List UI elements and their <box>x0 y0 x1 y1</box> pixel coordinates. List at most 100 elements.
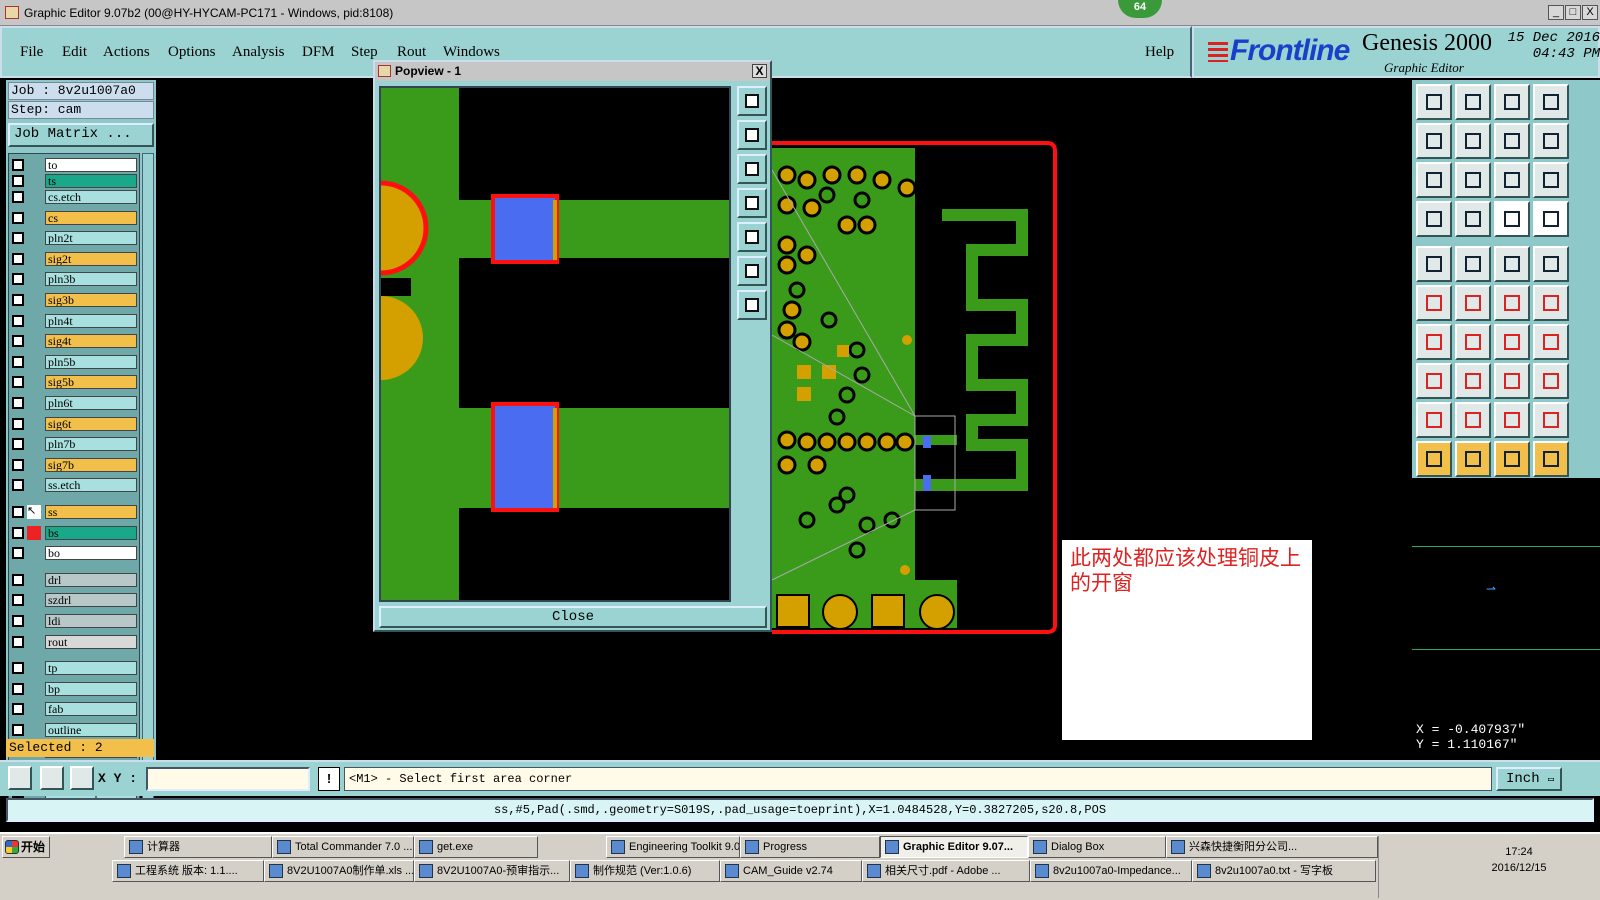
layer-marker[interactable] <box>27 437 41 451</box>
taskbar-item[interactable]: 兴森快捷衡阳分公司... <box>1166 836 1378 858</box>
layer-row[interactable]: bs <box>9 525 139 540</box>
layer-marker[interactable] <box>27 314 41 328</box>
layer-checkbox[interactable] <box>12 417 24 430</box>
layer-name[interactable]: to <box>45 158 137 172</box>
layer-row[interactable]: ss.etch <box>9 478 139 493</box>
layer-marker[interactable] <box>27 334 41 348</box>
layer-checkbox[interactable] <box>12 376 24 389</box>
layer-marker[interactable] <box>27 190 41 204</box>
minus-icon[interactable] <box>1455 363 1491 399</box>
layer-marker[interactable] <box>27 573 41 587</box>
menu-windows[interactable]: Windows <box>443 44 500 61</box>
unit-selector[interactable]: Inch ▭ <box>1496 767 1562 791</box>
help-icon[interactable] <box>1533 162 1569 198</box>
arc-tri-icon[interactable] <box>1533 402 1569 438</box>
layer-name[interactable]: bs <box>45 525 137 540</box>
layer-checkbox[interactable] <box>12 355 24 368</box>
layer-marker[interactable] <box>27 593 41 607</box>
layer-marker[interactable] <box>27 272 41 286</box>
layer-name[interactable]: ldi <box>45 614 137 628</box>
layer-row[interactable]: bp <box>9 681 139 696</box>
taskbar-item[interactable]: 8V2U1007A0-预审指示... <box>414 860 570 882</box>
start-button[interactable]: 开始 <box>2 836 50 858</box>
layer-marker[interactable] <box>27 458 41 472</box>
taskbar-item[interactable]: CAM_Guide v2.74 <box>720 860 862 882</box>
select-box-icon[interactable] <box>1455 441 1491 477</box>
probe-icon[interactable] <box>1455 201 1491 237</box>
layer-checkbox[interactable] <box>12 175 24 187</box>
layer-marker[interactable] <box>27 614 41 628</box>
ruler-icon[interactable] <box>1416 201 1452 237</box>
layer-row[interactable]: pln3b <box>9 272 139 287</box>
layer-name[interactable]: sig4t <box>45 334 137 349</box>
menu-rout[interactable]: Rout <box>397 44 426 61</box>
layer-row[interactable]: bo <box>9 546 139 561</box>
window-titlebar[interactable]: Graphic Editor 9.07b2 (00@HY-HYCAM-PC171… <box>0 0 1600 26</box>
layer-row[interactable]: pln2t <box>9 231 139 246</box>
pv-new-window-icon[interactable] <box>737 86 767 116</box>
layer-marker[interactable] <box>27 158 41 172</box>
work-layer-icon[interactable]: ↖ <box>27 505 41 519</box>
layer-checkbox[interactable] <box>12 703 24 716</box>
layer-checkbox[interactable] <box>12 438 24 451</box>
tri-outline-icon[interactable] <box>1455 402 1491 438</box>
layer-scrollbar[interactable] <box>142 153 154 808</box>
layer-marker[interactable] <box>27 293 41 307</box>
layer-name[interactable]: rout <box>45 634 137 649</box>
layer-checkbox[interactable] <box>12 662 24 675</box>
select-net-icon[interactable] <box>1533 441 1569 477</box>
layer-row[interactable]: pln5b <box>9 354 139 369</box>
taskbar-item[interactable]: 工程系统 版本: 1.1.... <box>112 860 264 882</box>
layer-row[interactable]: sig5b <box>9 375 139 390</box>
layer-row[interactable]: sig7b <box>9 457 139 472</box>
taskbar-item[interactable]: Graphic Editor 9.07... <box>880 836 1028 858</box>
alert-icon[interactable]: ! <box>318 767 340 791</box>
layer-name[interactable]: pln5b <box>45 354 137 369</box>
layer-name[interactable]: tp <box>45 661 137 676</box>
layer-name[interactable]: sig7b <box>45 457 137 472</box>
connect-icon[interactable] <box>1416 285 1452 321</box>
taskbar-item[interactable]: 计算器 <box>124 836 272 858</box>
layer-checkbox[interactable] <box>12 294 24 306</box>
menu-help[interactable]: Help <box>1145 44 1174 61</box>
layer-name[interactable]: cs.etch <box>45 190 137 204</box>
angle-icon[interactable] <box>1416 324 1452 360</box>
layer-checkbox[interactable] <box>12 635 24 648</box>
layer-name[interactable]: fab <box>45 702 137 717</box>
taskbar-item[interactable]: get.exe <box>414 836 538 858</box>
layer-name[interactable]: sig5b <box>45 375 137 390</box>
layer-row[interactable]: sig2t <box>9 251 139 266</box>
layer-checkbox[interactable] <box>12 314 24 327</box>
taskbar-item[interactable]: Total Commander 7.0 ... <box>272 836 414 858</box>
zoom-center-icon[interactable] <box>1455 162 1491 198</box>
taskbar-item[interactable]: 8v2u1007a0-Impedance... <box>1030 860 1192 882</box>
select-icon[interactable] <box>1416 441 1452 477</box>
layout-icon[interactable] <box>1533 84 1569 120</box>
layer-row[interactable]: ts <box>9 174 139 188</box>
pv-zoom-down-icon[interactable] <box>737 154 767 184</box>
shapes-icon[interactable] <box>1533 363 1569 399</box>
layer-checkbox[interactable] <box>12 252 24 265</box>
layer-marker[interactable] <box>27 355 41 369</box>
layer-name[interactable]: drl <box>45 572 137 587</box>
layer-marker[interactable] <box>27 723 41 737</box>
layer-checkbox[interactable] <box>12 232 24 245</box>
layer-checkbox[interactable] <box>12 547 24 560</box>
layer-row[interactable]: sig4t <box>9 334 139 349</box>
flip-icon[interactable] <box>1533 324 1569 360</box>
redraw-icon[interactable] <box>1494 123 1530 159</box>
layer-checkbox[interactable] <box>12 335 24 348</box>
arc-icon[interactable] <box>1494 402 1530 438</box>
layer-row[interactable]: tp <box>9 661 139 676</box>
layer-row[interactable]: outline <box>9 723 139 737</box>
pad-icon[interactable] <box>1416 246 1452 282</box>
tri-icon[interactable] <box>1416 402 1452 438</box>
stretch-icon[interactable] <box>1494 363 1530 399</box>
xy-input[interactable] <box>146 767 310 791</box>
layer-marker[interactable] <box>27 252 41 266</box>
pan-left-icon[interactable] <box>1416 123 1452 159</box>
taskbar-item[interactable]: Progress <box>740 836 880 858</box>
scale-icon[interactable] <box>1494 162 1530 198</box>
layer-row[interactable]: to <box>9 158 139 172</box>
layer-name[interactable]: ts <box>45 174 137 188</box>
